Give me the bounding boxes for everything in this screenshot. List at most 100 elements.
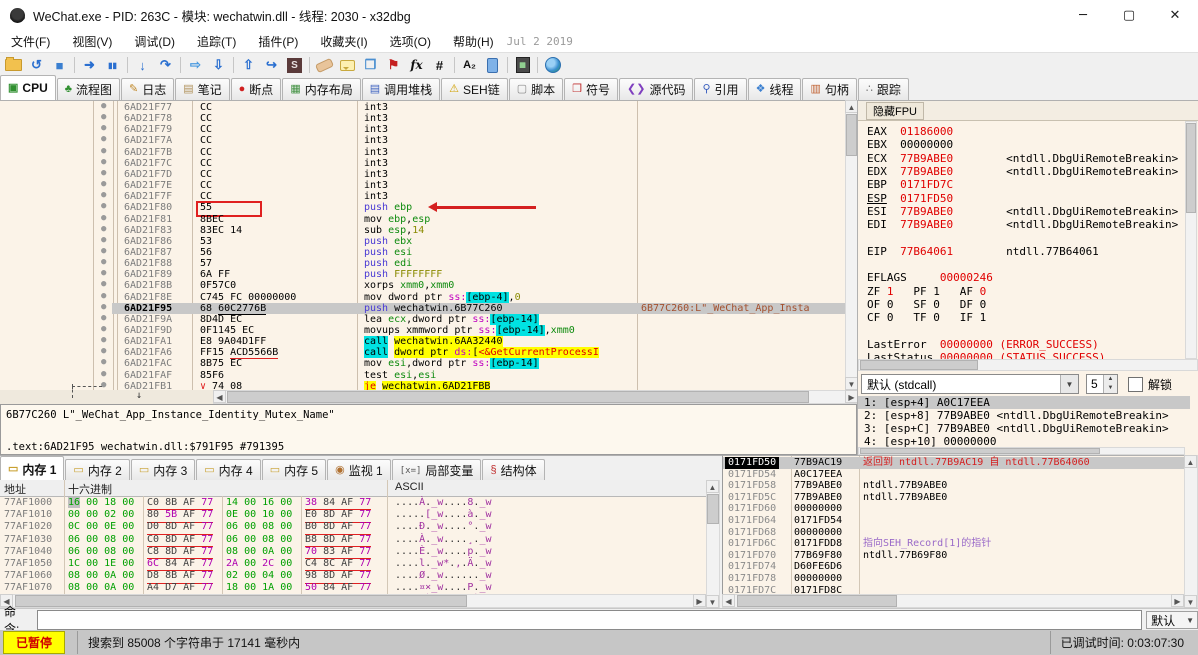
font-icon[interactable]: A₂ — [458, 55, 481, 76]
menu-调试(D)[interactable]: 调试(D) — [123, 30, 186, 52]
scroll-thumb[interactable] — [846, 114, 857, 156]
menu-文件(F)[interactable]: 文件(F) — [0, 30, 61, 52]
maximize-button[interactable]: ▢ — [1106, 0, 1152, 30]
scroll-right-arrow[interactable]: ▶ — [693, 594, 706, 607]
tab-线程[interactable]: ❖ 线程 — [747, 78, 802, 100]
dump-row[interactable]: 77AF1010 00 00 02 00 80 5B AF 77 0E 00 10 0… — [0, 509, 706, 523]
functions-icon[interactable]: fx — [405, 55, 428, 76]
patches-icon[interactable] — [313, 55, 336, 76]
breakpoint-dot[interactable]: ● — [101, 168, 106, 179]
open-file-icon[interactable] — [2, 55, 25, 76]
chevron-down-icon[interactable]: ▼ — [1060, 375, 1078, 393]
breakpoint-dot[interactable]: ● — [101, 335, 106, 346]
step-over-icon[interactable]: ↷ — [154, 55, 177, 76]
hide-fpu-button[interactable]: 隐藏FPU — [866, 101, 924, 120]
disasm-row[interactable]: ● 6AD21F7B CC int3 — [0, 146, 845, 158]
disasm-row[interactable]: ● 6AD21F86 53 push ebx — [0, 235, 845, 247]
disasm-row[interactable]: ● 6AD21F8E C745 FC 00000000 mov dword ptr s… — [0, 291, 845, 303]
registers-hscrollbar[interactable] — [858, 359, 1198, 371]
execute-till-return-icon[interactable]: ⇩ — [207, 55, 230, 76]
scroll-thumb[interactable] — [860, 360, 978, 370]
stack-row[interactable]: 0171FD74 D60FE6D6 — [723, 561, 1184, 573]
breakpoint-dot[interactable]: ● — [101, 134, 106, 145]
breakpoint-dot[interactable]: ● — [101, 324, 106, 335]
stack-hscrollbar[interactable]: ◀ ▶ — [722, 594, 1184, 608]
breakpoint-dot[interactable]: ● — [101, 123, 106, 134]
disasm-row[interactable]: ● 6AD21F8B 0F57C0 xorps xmm0,xmm0 — [0, 279, 845, 291]
breakpoint-dot[interactable]: ● — [101, 213, 106, 224]
breakpoint-dot[interactable]: ● — [101, 224, 106, 235]
tab-断点[interactable]: ● 断点 — [230, 78, 282, 100]
unlock-checkbox[interactable] — [1128, 377, 1143, 392]
tab-源代码[interactable]: ❮❯ 源代码 — [619, 78, 694, 100]
breakpoint-dot[interactable]: ● — [101, 235, 106, 246]
breakpoint-dot[interactable]: ● — [101, 279, 106, 290]
breakpoint-dot[interactable]: ● — [101, 101, 106, 112]
tab-脚本[interactable]: ▢ 脚本 — [508, 78, 564, 100]
tab-笔记[interactable]: ▤ 笔记 — [175, 78, 230, 100]
breakpoint-dot[interactable]: ● — [101, 190, 106, 201]
breakpoint-dot[interactable]: ● — [101, 313, 106, 324]
calling-convention-select[interactable]: 默认 (stdcall) ▼ — [861, 374, 1079, 394]
dump-row[interactable]: 77AF1040 06 00 08 00 C8 8D AF 77 08 00 0A 0… — [0, 546, 706, 560]
spin-down-icon[interactable]: ▼ — [1104, 384, 1117, 393]
tab-内存 1[interactable]: ▭ 内存 1 — [0, 456, 65, 481]
disasm-hscrollbar[interactable]: ◀ ▶ — [213, 390, 858, 404]
command-input[interactable] — [37, 610, 1143, 630]
scroll-thumb[interactable] — [860, 448, 1100, 454]
tab-引用[interactable]: ⚲ 引用 — [694, 78, 747, 100]
disasm-row[interactable]: ● 6AD21F95 68 60C2776B push wechatwin.6B77C… — [0, 302, 845, 315]
disasm-row[interactable]: ● 6AD21FAF 85F6 test esi,esi — [0, 369, 845, 381]
arg-count-spinner[interactable]: 5 ▲ ▼ — [1086, 374, 1118, 394]
disasm-row[interactable]: ● 6AD21F87 56 push esi — [0, 246, 845, 258]
register-line[interactable]: LastError 00000000 (ERROR_SUCCESS) — [867, 338, 1099, 351]
tab-内存布局[interactable]: ▦ 内存布局 — [282, 78, 361, 100]
stack-row[interactable]: 0171FD54 A0C17EEA — [723, 469, 1184, 481]
tab-SEH链[interactable]: ⚠ SEH链 — [441, 78, 508, 100]
tab-流程图[interactable]: ♣ 流程图 — [56, 78, 120, 100]
stack-arg-row[interactable]: 2: [esp+8] 77B9ABE0 <ntdll.DbgUiRemoteBr… — [858, 409, 1190, 422]
stack-row[interactable]: 0171FD64 0171FD54 — [723, 515, 1184, 527]
dump-row[interactable]: 77AF1060 08 00 0A 00 D8 8B AF 77 02 00 04 0… — [0, 570, 706, 584]
pause-icon[interactable]: ▮▮ — [101, 55, 124, 76]
close-button[interactable]: ✕ — [1152, 0, 1198, 30]
breakpoint-dot[interactable]: ● — [101, 257, 106, 268]
tab-跟踪[interactable]: ∴ 跟踪 — [857, 78, 909, 100]
spinner-buttons[interactable]: ▲ ▼ — [1103, 375, 1117, 393]
breakpoint-dot[interactable]: ● — [101, 146, 106, 157]
spin-up-icon[interactable]: ▲ — [1104, 375, 1117, 384]
tab-结构体[interactable]: § 结构体 — [482, 459, 545, 481]
scroll-thumb[interactable] — [15, 595, 467, 607]
register-line[interactable]: OF 0 SF 0 DF 0 — [867, 298, 986, 311]
stack-row[interactable]: 0171FD5C 77B9ABE0 ntdll.77B9ABE0 — [723, 492, 1184, 504]
run-icon[interactable]: ➜ — [78, 55, 101, 76]
internet-icon[interactable] — [541, 55, 564, 76]
breakpoint-dot[interactable]: ● — [101, 157, 106, 168]
scroll-up-arrow[interactable]: ▲ — [1184, 455, 1197, 468]
menu-视图(V)[interactable]: 视图(V) — [61, 30, 123, 52]
dump-vscrollbar[interactable]: ▲ ▼ — [706, 480, 720, 608]
register-line[interactable]: EDI 77B9ABE0 <ntdll.DbgUiRemoteBreakin> — [867, 218, 1178, 231]
register-line[interactable]: ESP 0171FD50 — [867, 192, 953, 205]
dump-row[interactable]: 77AF1070 08 00 0A 00 A4 D7 AF 77 18 00 1A 0… — [0, 582, 706, 596]
registers-vscrollbar[interactable] — [1185, 121, 1197, 359]
scroll-thumb[interactable] — [737, 595, 897, 607]
disasm-row[interactable]: ● 6AD21F79 CC int3 — [0, 123, 845, 135]
tab-调用堆栈[interactable]: ▤ 调用堆栈 — [361, 78, 441, 100]
dump-row[interactable]: 77AF1020 0C 00 0E 00 D0 8D AF 77 06 00 08 0… — [0, 521, 706, 535]
scroll-up-arrow[interactable]: ▲ — [706, 480, 719, 493]
tab-内存 4[interactable]: ▭ 内存 4 — [196, 459, 261, 481]
disasm-row[interactable]: ● 6AD21F89 6A FF push FFFFFFFF — [0, 268, 845, 280]
breakpoint-dot[interactable]: ● — [101, 369, 106, 380]
tab-符号[interactable]: ❒ 符号 — [564, 78, 619, 100]
menu-帮助(H)[interactable]: 帮助(H) — [442, 30, 505, 52]
stack-row[interactable]: 0171FD78 00000000 — [723, 573, 1184, 585]
stop-icon[interactable]: ■ — [48, 55, 71, 76]
dump-row[interactable]: 77AF1050 1C 00 1E 00 6C 84 AF 77 2A 00 2C 0… — [0, 558, 706, 572]
tab-内存 2[interactable]: ▭ 内存 2 — [65, 459, 130, 481]
stack-view[interactable]: 0171FD50 77B9AC19 返回到 ntdll.77B9AC19 自 ntd… — [722, 455, 1184, 608]
run-to-cursor-icon[interactable]: ⇨ — [184, 55, 207, 76]
stack-arg-row[interactable]: 3: [esp+C] 77B9ABE0 <ntdll.DbgUiRemoteBr… — [858, 422, 1190, 435]
register-line[interactable]: ESI 77B9ABE0 <ntdll.DbgUiRemoteBreakin> — [867, 205, 1178, 218]
scroll-thumb[interactable] — [1186, 123, 1196, 213]
